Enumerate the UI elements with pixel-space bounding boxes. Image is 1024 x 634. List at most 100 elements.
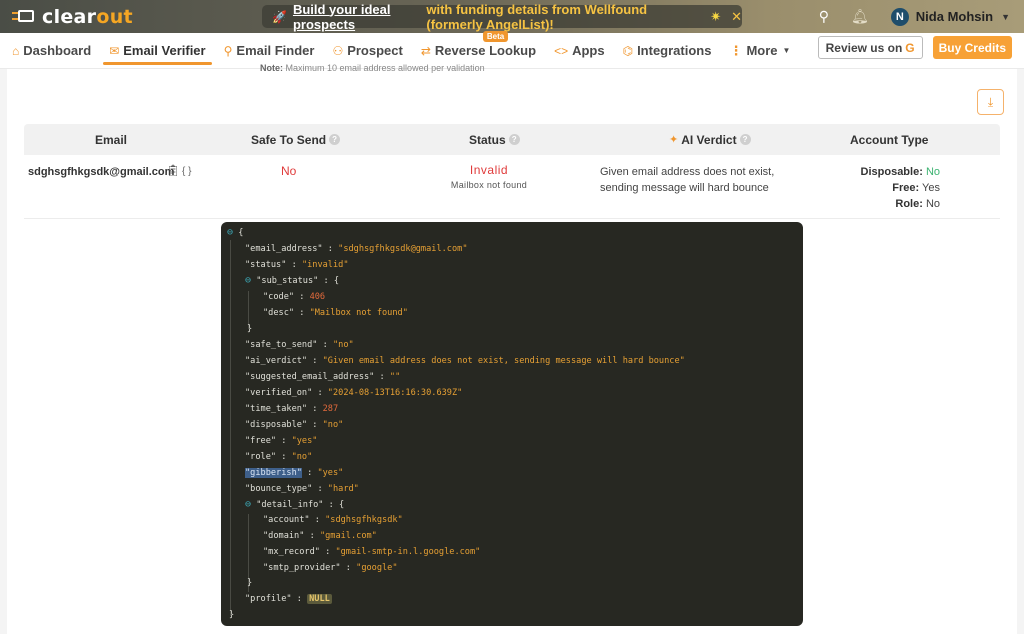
envelope-icon: ✉ [109,43,120,58]
table-header: Email Safe To Send ? Status ? ✦ AI Verdi… [24,124,1000,155]
sparkle-icon: ✦ [669,134,679,146]
json-value: 287 [322,404,339,414]
nav-label: Apps [572,43,605,58]
json-line: "disposable" : "no" [245,420,344,430]
header-safe-to-send: Safe To Send ? [251,133,341,147]
top-bar: clear out 🚀 Build your ideal prospects wi… [0,0,1024,33]
help-icon[interactable]: ? [739,134,751,145]
g2-logo-icon: G [905,40,915,55]
json-value: "yes" [317,468,344,478]
nav-more[interactable]: ⋮ More ▼ [723,33,796,69]
header-label: AI Verdict [681,132,737,147]
collapse-toggle-icon[interactable]: ⊖ [227,227,233,238]
json-root-open: ⊖ { [227,227,244,238]
note-body: Maximum 10 email address allowed per val… [285,63,485,73]
json-root-close: } [229,610,235,620]
logo-icon [12,8,36,26]
collapse-toggle-icon[interactable]: ⊖ [245,275,251,286]
logo-text-clear: clear [42,5,97,28]
users-icon: ⚇ [332,43,344,58]
json-line: "domain" : "gmail.com" [263,531,377,541]
copy-icon[interactable]: 📋︎ [166,165,180,177]
close-banner-button[interactable]: ✕ [731,9,742,25]
json-line: "status" : "invalid" [245,260,349,270]
json-line: "desc" : "Mailbox not found" [263,308,408,318]
json-line: "smtp_provider" : "google" [263,563,398,573]
swap-icon: ⇄ [420,43,431,58]
json-value: "" [389,372,401,382]
promo-text: with funding details from Wellfound (for… [426,1,648,32]
promo-banner: 🚀 Build your ideal prospects with fundin… [262,2,742,32]
json-value: 406 [309,292,326,302]
dashboard-icon: ⌂ [12,43,20,58]
collapse-toggle-icon[interactable]: ⊖ [245,499,251,510]
promo-link[interactable]: Build your ideal prospects [293,2,422,32]
json-value: "Given email address does not exist, sen… [322,356,685,366]
table-row: sdghsgfhkgsdk@gmail.com 📋︎{ } No Invalid… [24,155,1000,219]
json-value: "yes" [291,436,318,446]
nav-dashboard[interactable]: ⌂ Dashboard [6,33,97,69]
status-badge: Invalid [469,163,509,177]
json-value: "no" [291,452,313,462]
safe-to-send-value: No [281,164,297,178]
json-line: "bounce_type" : "hard" [245,484,359,494]
clearout-logo[interactable]: clear out [12,6,133,28]
header-status: Status ? [469,133,520,147]
json-value: "sdghsgfhkgsdk" [325,515,403,525]
json-value: "gmail-smtp-in.l.google.com" [335,547,481,557]
json-line: } [247,578,253,588]
json-view-icon[interactable]: { } [182,166,191,177]
avatar[interactable]: N [890,7,909,26]
nav-integrations[interactable]: ⌬ Integrations [617,33,718,69]
json-line: "suggested_email_address" : "" [245,372,401,382]
json-line: } [247,324,253,334]
json-value: "2024-08-13T16:16:30.639Z" [327,388,463,398]
download-icon: ⤓ [987,94,994,109]
nav-apps[interactable]: <> Apps [548,33,611,69]
nav-label: Email Verifier [123,43,206,58]
help-icon[interactable]: ? [329,134,341,145]
json-line: "ai_verdict" : "Given email address does… [245,356,685,366]
json-value: "sdghsgfhkgsdk@gmail.com" [338,244,468,254]
nav-label: Integrations [637,43,712,58]
rocket-icon: 🚀 [272,9,287,24]
search-icon[interactable]: ⚲ [819,8,829,25]
buy-credits-button[interactable]: Buy Credits [932,36,1012,59]
json-viewer[interactable]: ⊖ { "email_address" : "sdghsgfhkgsdk@gma… [221,222,803,626]
main-nav: ⌂ Dashboard ✉ Email Verifier ⚲ Email Fin… [0,30,1024,69]
free-value: Yes [922,182,940,194]
header-account-type: Account Type [850,133,928,147]
nav-label: Prospect [347,43,403,58]
disposable-value: No [925,166,940,178]
header-label: Account Type [850,132,929,147]
nav-label: Reverse Lookup [434,43,537,58]
json-value: "google" [356,563,398,573]
role-value: No [925,198,940,210]
account-type-cell: Disposable: No Free: Yes Role: No [861,164,940,212]
nav-email-verifier[interactable]: ✉ Email Verifier [103,33,213,69]
status-cell: Invalid Mailbox not found [429,163,549,190]
json-line: "role" : "no" [245,452,313,462]
json-value: "no" [332,340,354,350]
logo-text-out: out [96,5,133,28]
main-content: Note: Maximum 10 email address allowed p… [7,63,1017,634]
json-line: "account" : "sdghsgfhkgsdk" [263,515,403,525]
nav-label: More [746,43,778,58]
download-button[interactable]: ⤓ [977,89,1004,115]
review-us-button[interactable]: Review us on G [817,36,923,59]
json-line: "free" : "yes" [245,436,318,446]
user-name[interactable]: Nida Mohsin [916,9,993,24]
json-detail-row: ⊖ { "email_address" : "sdghsgfhkgsdk@gma… [24,219,1000,631]
search-icon: ⚲ [223,43,233,58]
chevron-down-icon: ▼ [782,46,791,55]
help-icon[interactable]: ? [508,134,520,145]
bell-icon[interactable]: 🔔︎ [851,8,869,25]
json-line: "time_taken" : 287 [245,404,339,414]
json-null-value: NULL [307,594,332,604]
nav-label: Dashboard [23,43,92,58]
chevron-down-icon[interactable]: ▼ [1001,12,1010,22]
sub-status: Mailbox not found [450,180,528,190]
email-cell: sdghsgfhkgsdk@gmail.com [28,166,175,178]
ai-verdict-text: Given email address does not exist, send… [600,166,775,194]
tree-guide [230,240,231,616]
